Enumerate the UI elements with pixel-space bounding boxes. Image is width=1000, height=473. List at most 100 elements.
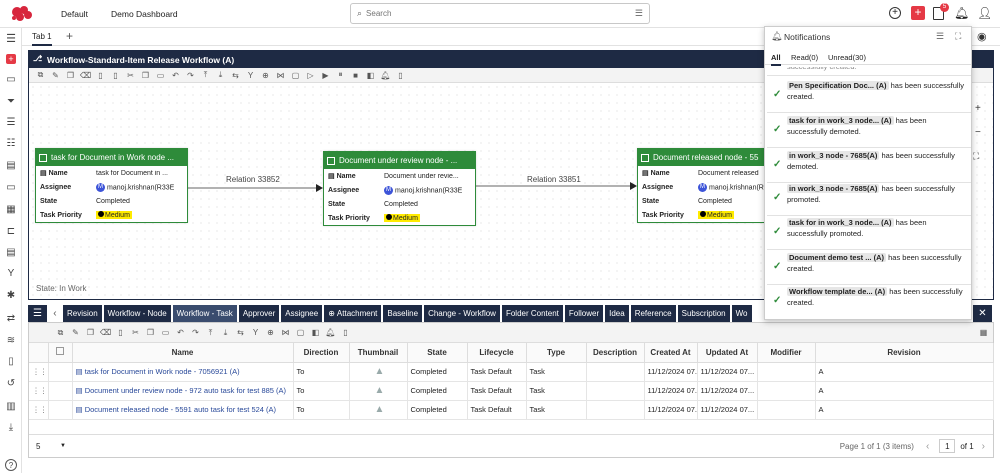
tab-folder-content[interactable]: Folder Content: [501, 304, 563, 322]
flow-icon[interactable]: ⇄: [5, 312, 17, 324]
drag-handle-icon[interactable]: ⋮⋮: [29, 381, 49, 401]
column-chooser-icon[interactable]: ▦: [978, 327, 989, 338]
alert-icon[interactable]: 🔔︎: [380, 70, 391, 81]
column-header-state[interactable]: State: [407, 343, 468, 363]
column-header-revision[interactable]: Revision: [815, 343, 994, 363]
notification-item[interactable]: successfully created.: [767, 67, 971, 76]
bug-icon[interactable]: ✱: [5, 289, 17, 301]
bell-icon[interactable]: 🔔︎: [954, 6, 969, 20]
notification-object[interactable]: Pen Specification Doc... (A): [787, 81, 889, 90]
edit-icon[interactable]: ✎: [50, 70, 61, 81]
notifications-filter-icon[interactable]: ☰: [936, 31, 944, 42]
tab-reference[interactable]: Reference: [630, 304, 676, 322]
help-icon[interactable]: ?: [5, 459, 17, 471]
move-down-icon[interactable]: ⤓: [220, 327, 231, 338]
app-logo[interactable]: [9, 4, 35, 23]
notification-object[interactable]: task for in work_3 node... (A): [787, 116, 894, 125]
open-icon[interactable]: ⧉: [35, 70, 46, 81]
list-icon[interactable]: ☰: [5, 116, 17, 128]
create-button[interactable]: +: [911, 6, 925, 20]
add-tab-button[interactable]: +: [66, 29, 73, 43]
tab-subscription[interactable]: Subscription: [677, 304, 730, 322]
move-up-icon[interactable]: ⤒: [200, 70, 211, 81]
page-icon[interactable]: ▯: [95, 70, 106, 81]
tab-attachment[interactable]: ⊕ Attachment: [324, 304, 382, 322]
add-tool-icon[interactable]: ⊕: [260, 70, 271, 81]
column-header-created-at[interactable]: Created At: [644, 343, 698, 363]
notification-object[interactable]: in work_3 node - 7685(A): [787, 151, 880, 160]
report-icon[interactable]: ▥: [5, 400, 17, 412]
clipboard-tool-icon[interactable]: ▯: [395, 70, 406, 81]
tab-assignee[interactable]: Assignee: [281, 304, 323, 322]
task-link[interactable]: Document under review node - 972 auto ta…: [85, 386, 286, 395]
page-icon[interactable]: ▯: [115, 327, 126, 338]
notification-item[interactable]: ✓ Document demo test ... (A) has been suc…: [767, 252, 971, 285]
user-avatar-icon[interactable]: 👤︎: [977, 6, 992, 20]
branch-icon[interactable]: Y: [5, 267, 17, 279]
undo-icon[interactable]: ↶: [175, 327, 186, 338]
move-down-icon[interactable]: ⤓: [215, 70, 226, 81]
cut-icon[interactable]: ✂: [130, 327, 141, 338]
tab-more[interactable]: Wo: [731, 304, 752, 322]
paste-icon[interactable]: ▭: [155, 70, 166, 81]
document-icon[interactable]: ▤: [5, 159, 17, 171]
notification-item[interactable]: ✓ in work_3 node - 7685(A) has been succe…: [767, 150, 971, 183]
zoom-in-icon[interactable]: +: [975, 103, 981, 114]
copy-icon[interactable]: ❐: [85, 327, 96, 338]
notification-object[interactable]: Document demo test ... (A): [787, 253, 887, 262]
open-icon[interactable]: ⧉: [55, 327, 66, 338]
prev-page-button[interactable]: ‹: [926, 441, 929, 452]
task-link[interactable]: Document released node - 5591 auto task …: [85, 405, 276, 414]
eye-icon[interactable]: ◉: [977, 30, 987, 43]
stack-icon[interactable]: ≋: [5, 334, 17, 346]
tab-follower[interactable]: Follower: [564, 304, 604, 322]
copy-icon[interactable]: ❐: [65, 70, 76, 81]
tab-1[interactable]: Tab 1: [32, 32, 52, 46]
tab-workflow-node[interactable]: Workflow - Node: [103, 304, 171, 322]
download-icon[interactable]: ⤓: [5, 421, 17, 433]
share-icon[interactable]: ⋈: [280, 327, 291, 338]
tabs-prev-icon[interactable]: ‹: [49, 308, 61, 319]
column-header-description[interactable]: Description: [586, 343, 645, 363]
column-header-updated-at[interactable]: Updated At: [697, 343, 758, 363]
row-checkbox-cell[interactable]: [48, 381, 73, 401]
drag-handle-icon[interactable]: ⋮⋮: [29, 362, 49, 382]
tabs-close-icon[interactable]: ✕: [973, 304, 992, 322]
notification-item[interactable]: ✓ task for in work_3 node... (A) has been…: [767, 217, 971, 250]
folder-icon[interactable]: ▭: [5, 73, 17, 85]
column-header-thumbnail[interactable]: Thumbnail: [349, 343, 408, 363]
sign-icon[interactable]: ◧: [310, 327, 321, 338]
zoom-out-icon[interactable]: −: [975, 127, 981, 138]
demo-dashboard-link[interactable]: Demo Dashboard: [111, 9, 178, 19]
cell-name[interactable]: ▤ task for Document in Work node - 70569…: [72, 362, 294, 382]
next-page-button[interactable]: ›: [982, 441, 985, 452]
add-item-icon[interactable]: +: [5, 53, 17, 65]
node-checkbox[interactable]: [641, 153, 649, 162]
workflow-node[interactable]: Document under review node - ... ▤ Name D…: [323, 151, 476, 226]
tab-workflow-task[interactable]: Workflow - Task: [172, 304, 237, 322]
hamburger-menu-icon[interactable]: ☰: [5, 32, 17, 45]
redo-icon[interactable]: ↷: [190, 327, 201, 338]
default-button[interactable]: Default: [61, 9, 88, 19]
next-icon[interactable]: ▶: [320, 70, 331, 81]
tabs-menu-icon[interactable]: ☰: [28, 304, 47, 322]
notification-item[interactable]: ✓ task for in work_3 node... (A) has been…: [767, 115, 971, 148]
hierarchy-icon[interactable]: ⊏: [5, 225, 17, 237]
edit-icon[interactable]: ✎: [70, 327, 81, 338]
erase-icon[interactable]: ⌫: [80, 70, 91, 81]
duplicate-icon[interactable]: ❐: [140, 70, 151, 81]
filter-icon[interactable]: ⏷: [5, 95, 17, 107]
task-link[interactable]: task for Document in Work node - 7056921…: [85, 367, 240, 376]
frame-icon[interactable]: ▢: [290, 70, 301, 81]
row-checkbox-cell[interactable]: [48, 400, 73, 420]
table-icon[interactable]: ▦: [5, 203, 17, 215]
node-header[interactable]: task for Document in Work node ...: [36, 149, 187, 166]
node-checkbox[interactable]: [327, 156, 335, 165]
swap-icon[interactable]: ⇆: [230, 70, 241, 81]
search-input[interactable]: [366, 9, 617, 18]
clipboard-icon[interactable]: ▯: [5, 355, 17, 367]
grid-icon[interactable]: ▤: [5, 246, 17, 258]
row-checkbox-cell[interactable]: [48, 362, 73, 382]
paste-icon[interactable]: ▭: [160, 327, 171, 338]
column-header-name[interactable]: Name: [72, 343, 294, 363]
